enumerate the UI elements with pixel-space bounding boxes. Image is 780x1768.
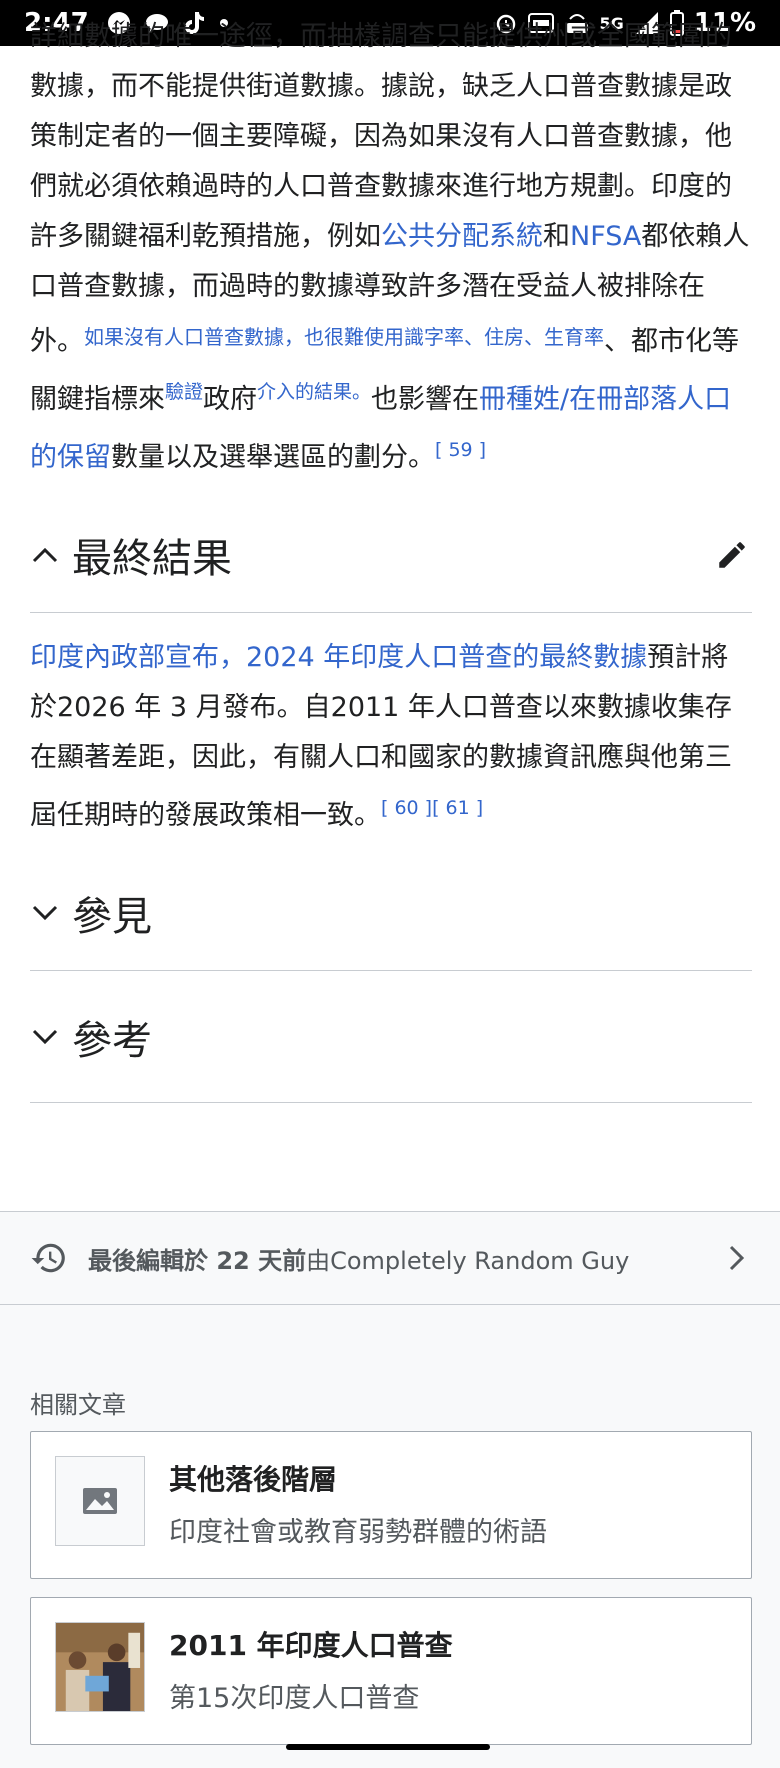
related-articles-section: 相關文章 其他落後階層 印度社會或教育弱勢群體的術語 2011 年印度人口普查 … — [0, 1305, 780, 1768]
link-mha-announcement[interactable]: 印度內政部宣布，2024 年印度人口普查的最終數據 — [30, 642, 647, 673]
last-edited-user: 由Completely Random Guy — [306, 1246, 630, 1275]
chevron-up-icon[interactable] — [30, 540, 60, 570]
final-results-paragraph: 印度內政部宣布，2024 年印度人口普查的最終數據預計將於2026 年 3 月發… — [30, 633, 752, 841]
last-edited-time: 最後編輯於 22 天前 — [88, 1246, 307, 1275]
link-census-indicators[interactable]: 如果沒有人口普查數據，也很難使用識字率、住房、生育率 — [84, 325, 604, 349]
section-references-header[interactable]: 參考 — [30, 971, 752, 1103]
related-articles-label: 相關文章 — [30, 1391, 126, 1419]
paragraph-text: 詳細數據的唯一途徑，而抽樣調查只能提供州或全國範圍的數據，而不能提供街道數據。據… — [30, 21, 732, 252]
paragraph-text: 政府 — [203, 384, 258, 415]
article-content: 詳細數據的唯一途徑，而抽樣調查只能提供州或全國範圍的數據，而不能提供街道數據。據… — [30, 21, 752, 1103]
reference-59[interactable]: [ 59 ] — [435, 439, 486, 461]
paragraph-text: 數量以及選舉選區的劃分。 — [111, 442, 435, 473]
article-paragraph: 詳細數據的唯一途徑，而抽樣調查只能提供州或全國範圍的數據，而不能提供街道數據。據… — [30, 12, 752, 483]
related-article-card[interactable]: 其他落後階層 印度社會或教育弱勢群體的術語 — [30, 1431, 752, 1579]
section-title: 參考 — [72, 1017, 152, 1064]
section-final-results-header[interactable]: 最終結果 — [30, 497, 752, 613]
link-verify[interactable]: 驗證 — [165, 381, 203, 403]
chevron-down-icon[interactable] — [30, 898, 60, 928]
related-article-title: 其他落後階層 — [169, 1463, 338, 1496]
related-article-card[interactable]: 2011 年印度人口普查 第15次印度人口普查 — [30, 1597, 752, 1745]
history-icon — [30, 1239, 68, 1277]
related-article-description: 印度社會或教育弱勢群體的術語 — [169, 1517, 547, 1548]
home-indicator[interactable] — [286, 1744, 490, 1750]
image-placeholder-icon — [55, 1456, 145, 1546]
chevron-right-icon[interactable] — [722, 1244, 750, 1272]
article-thumbnail-image — [55, 1622, 145, 1712]
section-see-also-header[interactable]: 參見 — [30, 855, 752, 971]
related-article-title: 2011 年印度人口普查 — [169, 1629, 453, 1662]
last-edited-bar[interactable]: 最後編輯於 22 天前由Completely Random Guy — [0, 1211, 780, 1305]
paragraph-text: 和 — [543, 221, 570, 252]
edit-pencil-icon[interactable] — [712, 535, 752, 575]
section-title: 最終結果 — [72, 535, 232, 582]
section-title: 參見 — [72, 893, 152, 940]
related-article-description: 第15次印度人口普查 — [169, 1683, 420, 1714]
link-public-distribution-system[interactable]: 公共分配系統 — [381, 221, 543, 252]
reference-60[interactable]: [ 60 ] — [381, 797, 432, 819]
link-intervention-results[interactable]: 介入的結果。 — [257, 381, 371, 403]
paragraph-text: 也影響在 — [371, 384, 480, 415]
link-nfsa[interactable]: NFSA — [570, 221, 641, 252]
last-edited-text: 最後編輯於 22 天前由Completely Random Guy — [88, 1241, 629, 1276]
chevron-down-icon[interactable] — [30, 1022, 60, 1052]
reference-61[interactable]: [ 61 ] — [432, 797, 483, 819]
